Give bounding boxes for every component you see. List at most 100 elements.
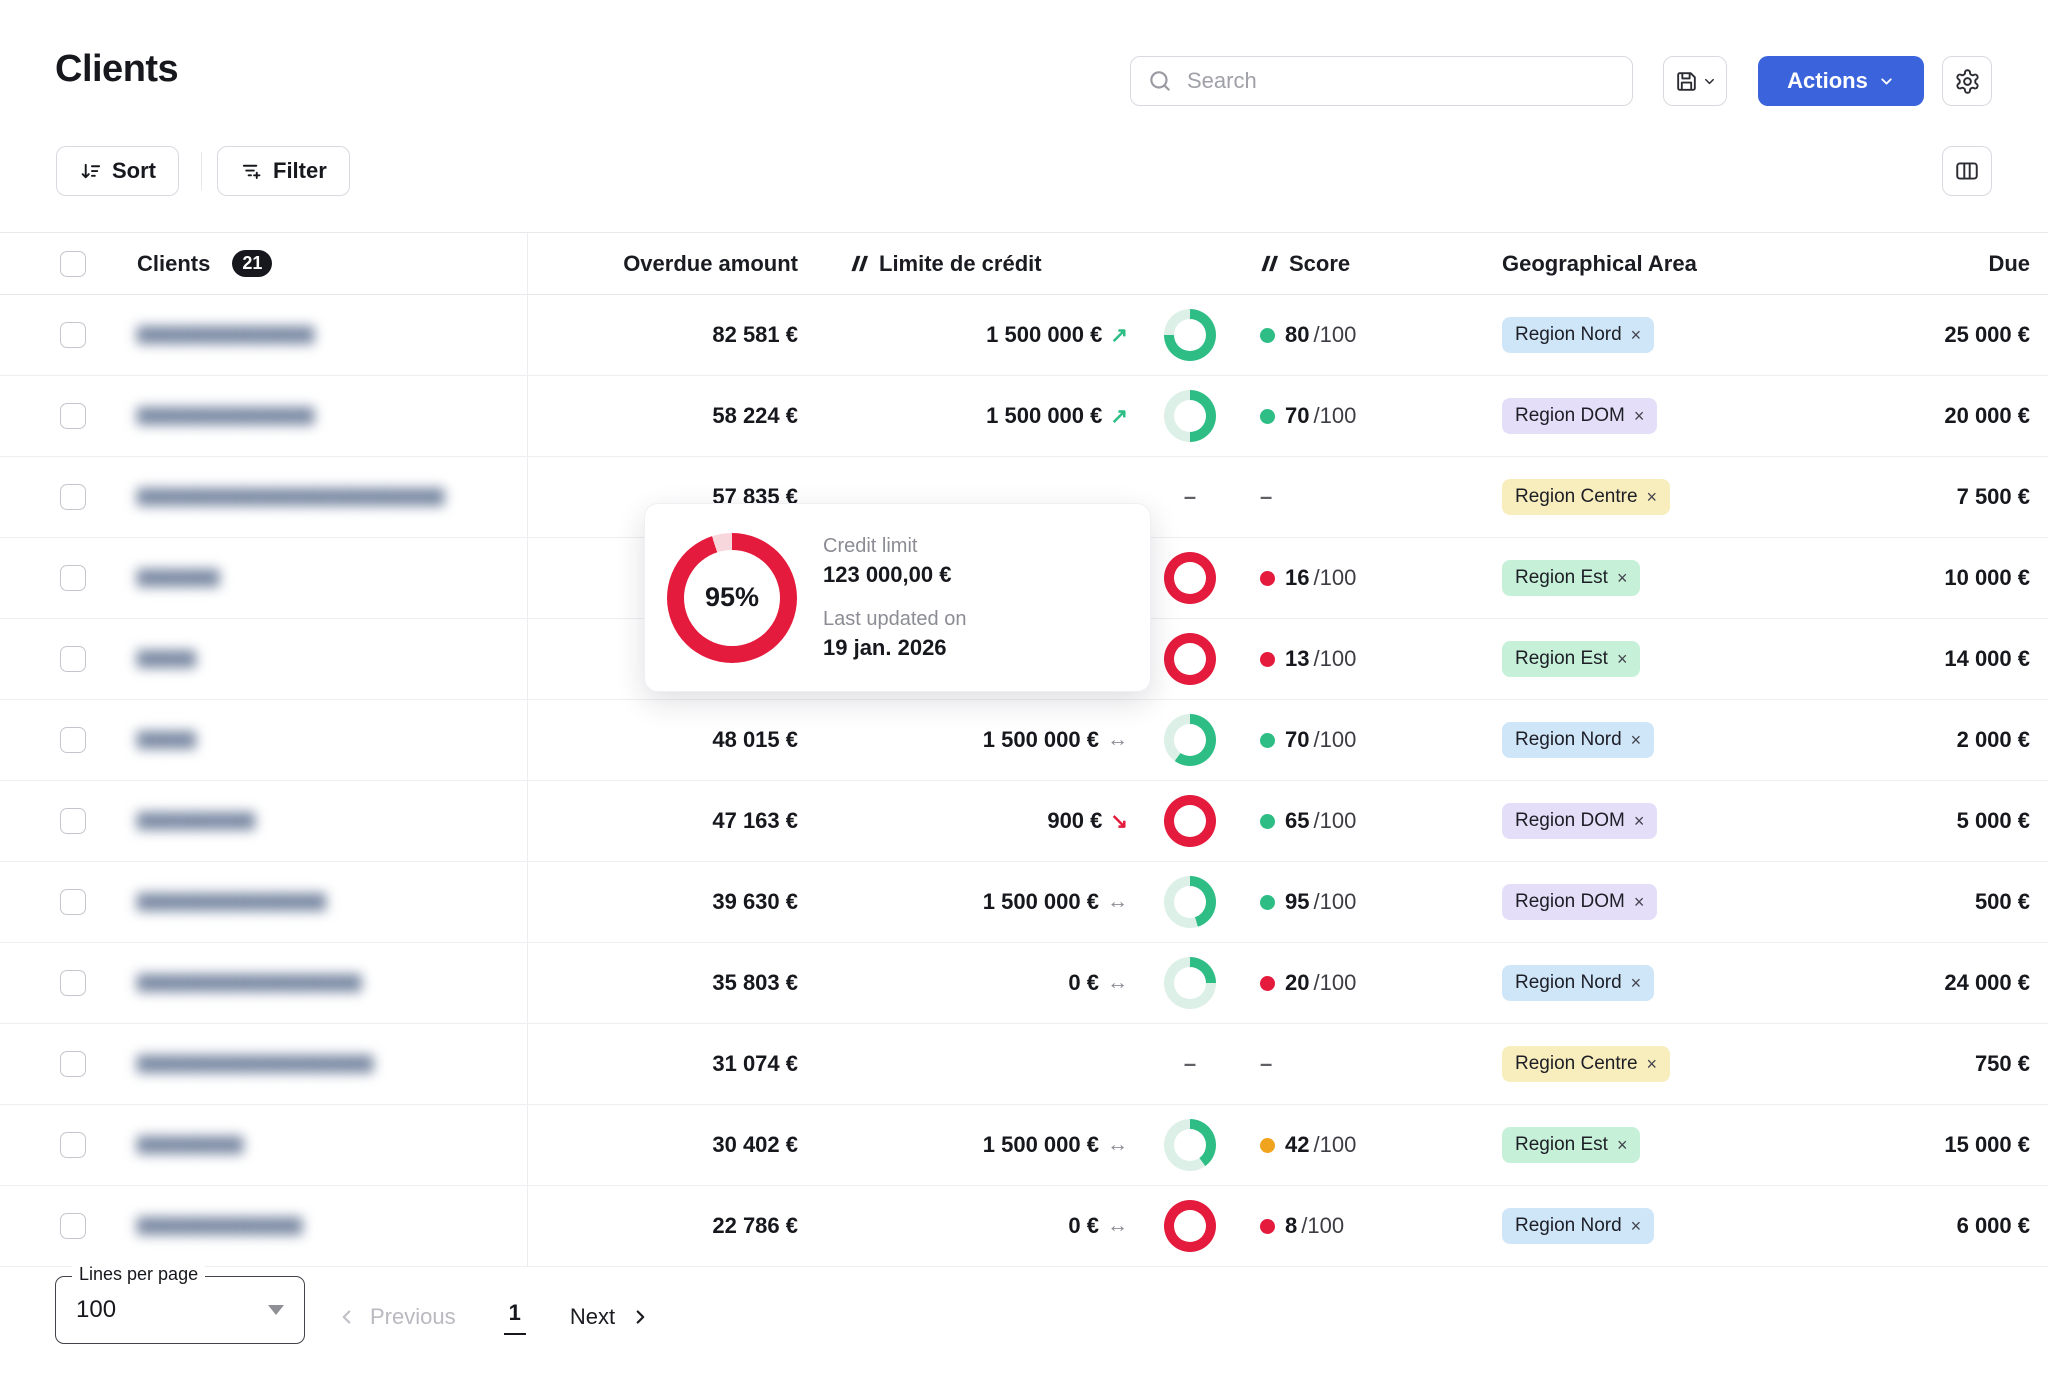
row-checkbox[interactable] bbox=[60, 889, 86, 915]
credit-limit-value: 0 € bbox=[1068, 970, 1099, 996]
credit-usage-donut[interactable] bbox=[1164, 1119, 1216, 1171]
lines-per-page-label: Lines per page bbox=[72, 1264, 205, 1285]
client-name-redacted: ████████████████████ bbox=[137, 1055, 374, 1073]
credit-usage-donut[interactable] bbox=[1164, 876, 1216, 928]
credit-usage-donut[interactable] bbox=[1164, 633, 1216, 685]
credit-usage-donut[interactable] bbox=[1164, 714, 1216, 766]
credit-usage-donut[interactable] bbox=[1164, 957, 1216, 1009]
sort-button[interactable]: Sort bbox=[56, 146, 179, 196]
tag-remove-icon[interactable]: × bbox=[1647, 1055, 1658, 1073]
score-suffix: /100 bbox=[1313, 403, 1356, 429]
search-input[interactable] bbox=[1185, 67, 1616, 95]
client-name-redacted: █████ bbox=[137, 650, 196, 668]
trend-icon: ↗ bbox=[1110, 323, 1128, 348]
table-row[interactable]: █████ 48 015 € 1 500 000 € ↔ 70 /100 Reg… bbox=[0, 700, 2048, 781]
trend-icon: ↔ bbox=[1107, 971, 1128, 995]
settings-button[interactable] bbox=[1942, 56, 1992, 106]
page-title: Clients bbox=[55, 48, 178, 91]
next-page-button[interactable]: Next bbox=[570, 1304, 615, 1330]
table-row[interactable]: ██████████ 47 163 € 900 € ↘ 65 /100 Regi… bbox=[0, 781, 2048, 862]
save-view-button[interactable] bbox=[1663, 56, 1727, 106]
dropdown-caret-icon bbox=[268, 1305, 284, 1315]
select-all-checkbox[interactable] bbox=[60, 251, 86, 277]
table-header-row: Clients 21 Overdue amount Limite de créd… bbox=[0, 232, 2048, 295]
client-name-redacted: ███████████████████ bbox=[137, 974, 362, 992]
row-checkbox[interactable] bbox=[60, 727, 86, 753]
row-checkbox[interactable] bbox=[60, 565, 86, 591]
row-checkbox[interactable] bbox=[60, 1132, 86, 1158]
tag-remove-icon[interactable]: × bbox=[1634, 893, 1645, 911]
empty-limit-dash: – bbox=[1184, 484, 1196, 510]
clients-count-badge: 21 bbox=[232, 250, 272, 277]
search-box[interactable] bbox=[1130, 56, 1633, 106]
overdue-amount: 82 581 € bbox=[712, 322, 798, 348]
previous-page-button[interactable]: Previous bbox=[370, 1304, 456, 1330]
tag-remove-icon[interactable]: × bbox=[1617, 650, 1628, 668]
score-suffix: /100 bbox=[1313, 1132, 1356, 1158]
geo-area-tag-label: Region Nord bbox=[1515, 1215, 1622, 1237]
tag-remove-icon[interactable]: × bbox=[1634, 407, 1645, 425]
score-value: 42 bbox=[1285, 1132, 1309, 1158]
filter-button[interactable]: Filter bbox=[217, 146, 350, 196]
tag-remove-icon[interactable]: × bbox=[1647, 488, 1658, 506]
lines-per-page-select[interactable]: Lines per page 100 bbox=[55, 1276, 305, 1344]
score-dot bbox=[1260, 976, 1275, 991]
table-row[interactable]: █████████ 30 402 € 1 500 000 € ↔ 42 /100… bbox=[0, 1105, 2048, 1186]
table-row[interactable]: ████████████████████ 31 074 € – – Region… bbox=[0, 1024, 2048, 1105]
table-row[interactable]: ███████████████ 82 581 € 1 500 000 € ↗ 8… bbox=[0, 295, 2048, 376]
tag-remove-icon[interactable]: × bbox=[1617, 569, 1628, 587]
row-checkbox[interactable] bbox=[60, 1051, 86, 1077]
tag-remove-icon[interactable]: × bbox=[1631, 974, 1642, 992]
clients-table: Clients 21 Overdue amount Limite de créd… bbox=[0, 232, 2048, 1267]
row-checkbox[interactable] bbox=[60, 646, 86, 672]
toolbar-divider bbox=[201, 152, 202, 190]
actions-button[interactable]: Actions bbox=[1758, 56, 1924, 106]
chevron-right-icon[interactable] bbox=[629, 1306, 651, 1328]
overdue-amount: 58 224 € bbox=[712, 403, 798, 429]
trend-icon: ↔ bbox=[1107, 1133, 1128, 1157]
table-row[interactable]: ███████████████ 58 224 € 1 500 000 € ↗ 7… bbox=[0, 376, 2048, 457]
client-name-redacted: ███████████████ bbox=[137, 326, 315, 344]
current-page-button[interactable]: 1 bbox=[504, 1300, 526, 1335]
row-checkbox[interactable] bbox=[60, 403, 86, 429]
trend-icon: ↔ bbox=[1107, 890, 1128, 914]
table-row[interactable]: ███████████████████ 35 803 € 0 € ↔ 20 /1… bbox=[0, 943, 2048, 1024]
credit-limit-value: 1 500 000 € bbox=[983, 727, 1099, 753]
row-checkbox[interactable] bbox=[60, 970, 86, 996]
filter-button-label: Filter bbox=[273, 158, 327, 184]
tag-remove-icon[interactable]: × bbox=[1631, 326, 1642, 344]
column-settings-button[interactable] bbox=[1942, 146, 1992, 196]
tag-remove-icon[interactable]: × bbox=[1617, 1136, 1628, 1154]
overdue-amount: 39 630 € bbox=[712, 889, 798, 915]
credit-limit-value: 1 500 000 € bbox=[986, 322, 1102, 348]
row-checkbox[interactable] bbox=[60, 1213, 86, 1239]
tooltip-updated-value: 19 jan. 2026 bbox=[823, 635, 966, 661]
credit-usage-donut[interactable] bbox=[1164, 552, 1216, 604]
credit-limit-value: 1 500 000 € bbox=[983, 1132, 1099, 1158]
due-amount: 10 000 € bbox=[1944, 565, 2030, 591]
credit-limit-value: 1 500 000 € bbox=[983, 889, 1099, 915]
tooltip-credit-limit-value: 123 000,00 € bbox=[823, 562, 966, 588]
tooltip-credit-limit-label: Credit limit bbox=[823, 535, 966, 558]
credit-limit-tooltip: 95% Credit limit 123 000,00 € Last updat… bbox=[644, 503, 1151, 692]
geo-area-tag: Region Centre × bbox=[1502, 1046, 1670, 1082]
empty-score-dash: – bbox=[1260, 484, 1272, 510]
trend-icon: ↔ bbox=[1107, 728, 1128, 752]
credit-usage-donut[interactable] bbox=[1164, 390, 1216, 442]
tag-remove-icon[interactable]: × bbox=[1631, 731, 1642, 749]
credit-usage-donut[interactable] bbox=[1164, 1200, 1216, 1252]
tag-remove-icon[interactable]: × bbox=[1631, 1217, 1642, 1235]
geo-area-tag: Region Est × bbox=[1502, 1127, 1640, 1163]
row-checkbox[interactable] bbox=[60, 322, 86, 348]
trend-icon: ↗ bbox=[1110, 404, 1128, 429]
tag-remove-icon[interactable]: × bbox=[1634, 812, 1645, 830]
table-row[interactable]: ██████████████ 22 786 € 0 € ↔ 8 /100 Reg… bbox=[0, 1186, 2048, 1267]
credit-usage-donut[interactable] bbox=[1164, 795, 1216, 847]
row-checkbox[interactable] bbox=[60, 808, 86, 834]
table-row[interactable]: ████████████████ 39 630 € 1 500 000 € ↔ … bbox=[0, 862, 2048, 943]
credit-usage-donut[interactable] bbox=[1164, 309, 1216, 361]
score-suffix: /100 bbox=[1301, 1213, 1344, 1239]
chevron-left-icon[interactable] bbox=[336, 1306, 358, 1328]
row-checkbox[interactable] bbox=[60, 484, 86, 510]
due-amount: 15 000 € bbox=[1944, 1132, 2030, 1158]
